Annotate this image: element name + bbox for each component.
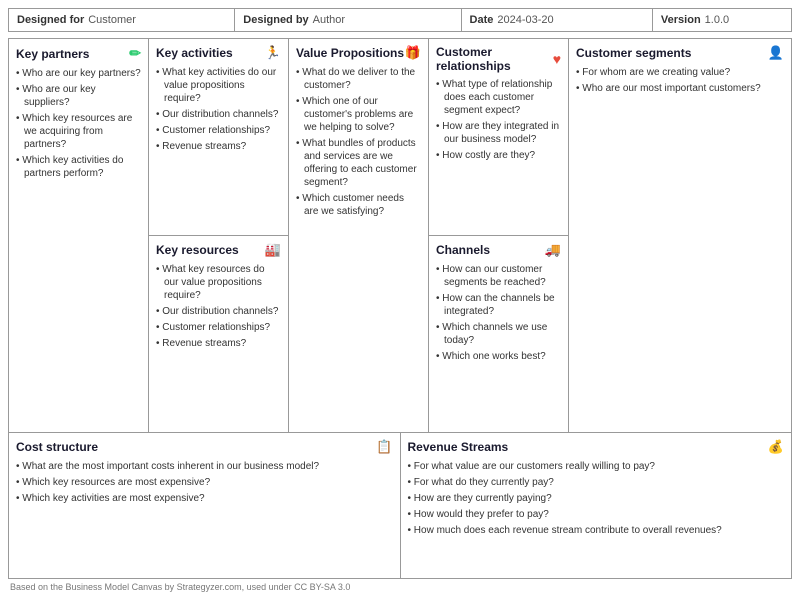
footer-text: Based on the Business Model Canvas by St… bbox=[10, 582, 350, 592]
customer-relationships-icon: ♥ bbox=[553, 51, 561, 67]
list-item: For whom are we creating value? bbox=[576, 66, 784, 79]
key-resources-title-text: Key resources bbox=[156, 243, 239, 257]
designed-for-value: Customer bbox=[88, 14, 136, 26]
value-propositions-section: Value Propositions 🎁 What do we deliver … bbox=[289, 39, 429, 432]
page: Designed for Customer Designed by Author… bbox=[0, 0, 800, 600]
key-activities-section: Key activities 🏃 What key activities do … bbox=[149, 39, 288, 236]
channels-section: Channels 🚚 How can our customer segments… bbox=[429, 236, 568, 432]
list-item: Customer relationships? bbox=[156, 321, 281, 334]
version-label: Version bbox=[661, 14, 701, 26]
list-item: Which key resources are we acquiring fro… bbox=[16, 112, 141, 151]
revenue-streams-title: Revenue Streams 💰 bbox=[408, 439, 785, 455]
list-item: Our distribution channels? bbox=[156, 108, 281, 121]
list-item: Which key activities are most expensive? bbox=[16, 492, 393, 505]
list-item: Who are our key suppliers? bbox=[16, 83, 141, 109]
value-propositions-title-text: Value Propositions bbox=[296, 46, 404, 60]
channels-list: How can our customer segments be reached… bbox=[436, 263, 561, 363]
customer-segments-icon: 👤 bbox=[768, 45, 784, 61]
list-item: Which channels we use today? bbox=[436, 321, 561, 347]
list-item: Our distribution channels? bbox=[156, 305, 281, 318]
key-resources-list: What key resources do our value proposit… bbox=[156, 263, 281, 350]
key-activities-list: What key activities do our value proposi… bbox=[156, 66, 281, 153]
cost-structure-section: Cost structure 📋 What are the most impor… bbox=[9, 433, 401, 578]
list-item: Which customer needs are we satisfying? bbox=[296, 192, 421, 218]
revenue-streams-icon: 💰 bbox=[768, 439, 784, 455]
date-value: 2024-03-20 bbox=[497, 14, 553, 26]
list-item: How are they integrated in our business … bbox=[436, 120, 561, 146]
customer-relationships-list: What type of relationship does each cust… bbox=[436, 78, 561, 162]
list-item: What type of relationship does each cust… bbox=[436, 78, 561, 117]
list-item: How can our customer segments be reached… bbox=[436, 263, 561, 289]
list-item: What do we deliver to the customer? bbox=[296, 66, 421, 92]
version-value: 1.0.0 bbox=[705, 14, 729, 26]
list-item: What key activities do our value proposi… bbox=[156, 66, 281, 105]
list-item: How can the channels be integrated? bbox=[436, 292, 561, 318]
list-item: Customer relationships? bbox=[156, 124, 281, 137]
cost-structure-icon: 📋 bbox=[376, 439, 392, 455]
list-item: What bundles of products and services ar… bbox=[296, 137, 421, 189]
cost-structure-title-text: Cost structure bbox=[16, 440, 98, 454]
list-item: How would they prefer to pay? bbox=[408, 508, 785, 521]
list-item: What are the most important costs inhere… bbox=[16, 460, 393, 473]
channels-title: Channels 🚚 bbox=[436, 242, 561, 258]
key-resources-title: Key resources 🏭 bbox=[156, 242, 281, 258]
channels-icon: 🚚 bbox=[545, 242, 561, 258]
key-activities-title-text: Key activities bbox=[156, 46, 233, 60]
key-resources-section: Key resources 🏭 What key resources do ou… bbox=[149, 236, 288, 432]
business-model-canvas: Key partners ✏ Who are our key partners?… bbox=[8, 38, 792, 579]
designed-by-cell: Designed by Author bbox=[235, 9, 461, 31]
key-partners-title: Key partners ✏ bbox=[16, 45, 141, 62]
customer-channels-col: Customer relationships ♥ What type of re… bbox=[429, 39, 569, 432]
date-cell: Date 2024-03-20 bbox=[462, 9, 653, 31]
designed-by-value: Author bbox=[313, 14, 345, 26]
header-row: Designed for Customer Designed by Author… bbox=[8, 8, 792, 32]
key-partners-list: Who are our key partners? Who are our ke… bbox=[16, 67, 141, 180]
list-item: Which key activities do partners perform… bbox=[16, 154, 141, 180]
cost-structure-title: Cost structure 📋 bbox=[16, 439, 393, 455]
customer-relationships-section: Customer relationships ♥ What type of re… bbox=[429, 39, 568, 236]
list-item: Which one works best? bbox=[436, 350, 561, 363]
key-activities-title: Key activities 🏃 bbox=[156, 45, 281, 61]
designed-by-label: Designed by bbox=[243, 14, 308, 26]
list-item: Which key resources are most expensive? bbox=[16, 476, 393, 489]
value-propositions-icon: 🎁 bbox=[405, 45, 421, 61]
activities-resources-col: Key activities 🏃 What key activities do … bbox=[149, 39, 289, 432]
list-item: How are they currently paying? bbox=[408, 492, 785, 505]
designed-for-cell: Designed for Customer bbox=[9, 9, 235, 31]
value-propositions-title: Value Propositions 🎁 bbox=[296, 45, 421, 61]
footer: Based on the Business Model Canvas by St… bbox=[8, 579, 792, 592]
key-resources-icon: 🏭 bbox=[265, 242, 281, 258]
list-item: Which one of our customer's problems are… bbox=[296, 95, 421, 134]
key-activities-icon: 🏃 bbox=[265, 45, 281, 61]
value-propositions-list: What do we deliver to the customer? Whic… bbox=[296, 66, 421, 218]
list-item: How much does each revenue stream contri… bbox=[408, 524, 785, 537]
list-item: Revenue streams? bbox=[156, 337, 281, 350]
list-item: For what value are our customers really … bbox=[408, 460, 785, 473]
list-item: For what do they currently pay? bbox=[408, 476, 785, 489]
customer-segments-title: Customer segments 👤 bbox=[576, 45, 784, 61]
version-cell: Version 1.0.0 bbox=[653, 9, 791, 31]
top-section: Key partners ✏ Who are our key partners?… bbox=[9, 39, 791, 433]
list-item: How costly are they? bbox=[436, 149, 561, 162]
customer-segments-list: For whom are we creating value? Who are … bbox=[576, 66, 784, 95]
list-item: Revenue streams? bbox=[156, 140, 281, 153]
revenue-streams-section: Revenue Streams 💰 For what value are our… bbox=[401, 433, 792, 578]
key-partners-title-text: Key partners bbox=[16, 47, 89, 61]
list-item: Who are our most important customers? bbox=[576, 82, 784, 95]
bottom-section: Cost structure 📋 What are the most impor… bbox=[9, 433, 791, 578]
customer-segments-title-text: Customer segments bbox=[576, 46, 691, 60]
key-partners-icon: ✏ bbox=[129, 45, 141, 62]
customer-relationships-title: Customer relationships ♥ bbox=[436, 45, 561, 73]
list-item: Who are our key partners? bbox=[16, 67, 141, 80]
cost-structure-list: What are the most important costs inhere… bbox=[16, 460, 393, 505]
revenue-streams-list: For what value are our customers really … bbox=[408, 460, 785, 537]
designed-for-label: Designed for bbox=[17, 14, 84, 26]
channels-title-text: Channels bbox=[436, 243, 490, 257]
list-item: What key resources do our value proposit… bbox=[156, 263, 281, 302]
customer-segments-section: Customer segments 👤 For whom are we crea… bbox=[569, 39, 791, 432]
revenue-streams-title-text: Revenue Streams bbox=[408, 440, 509, 454]
key-partners-section: Key partners ✏ Who are our key partners?… bbox=[9, 39, 149, 432]
customer-relationships-title-text: Customer relationships bbox=[436, 45, 553, 73]
date-label: Date bbox=[470, 14, 494, 26]
